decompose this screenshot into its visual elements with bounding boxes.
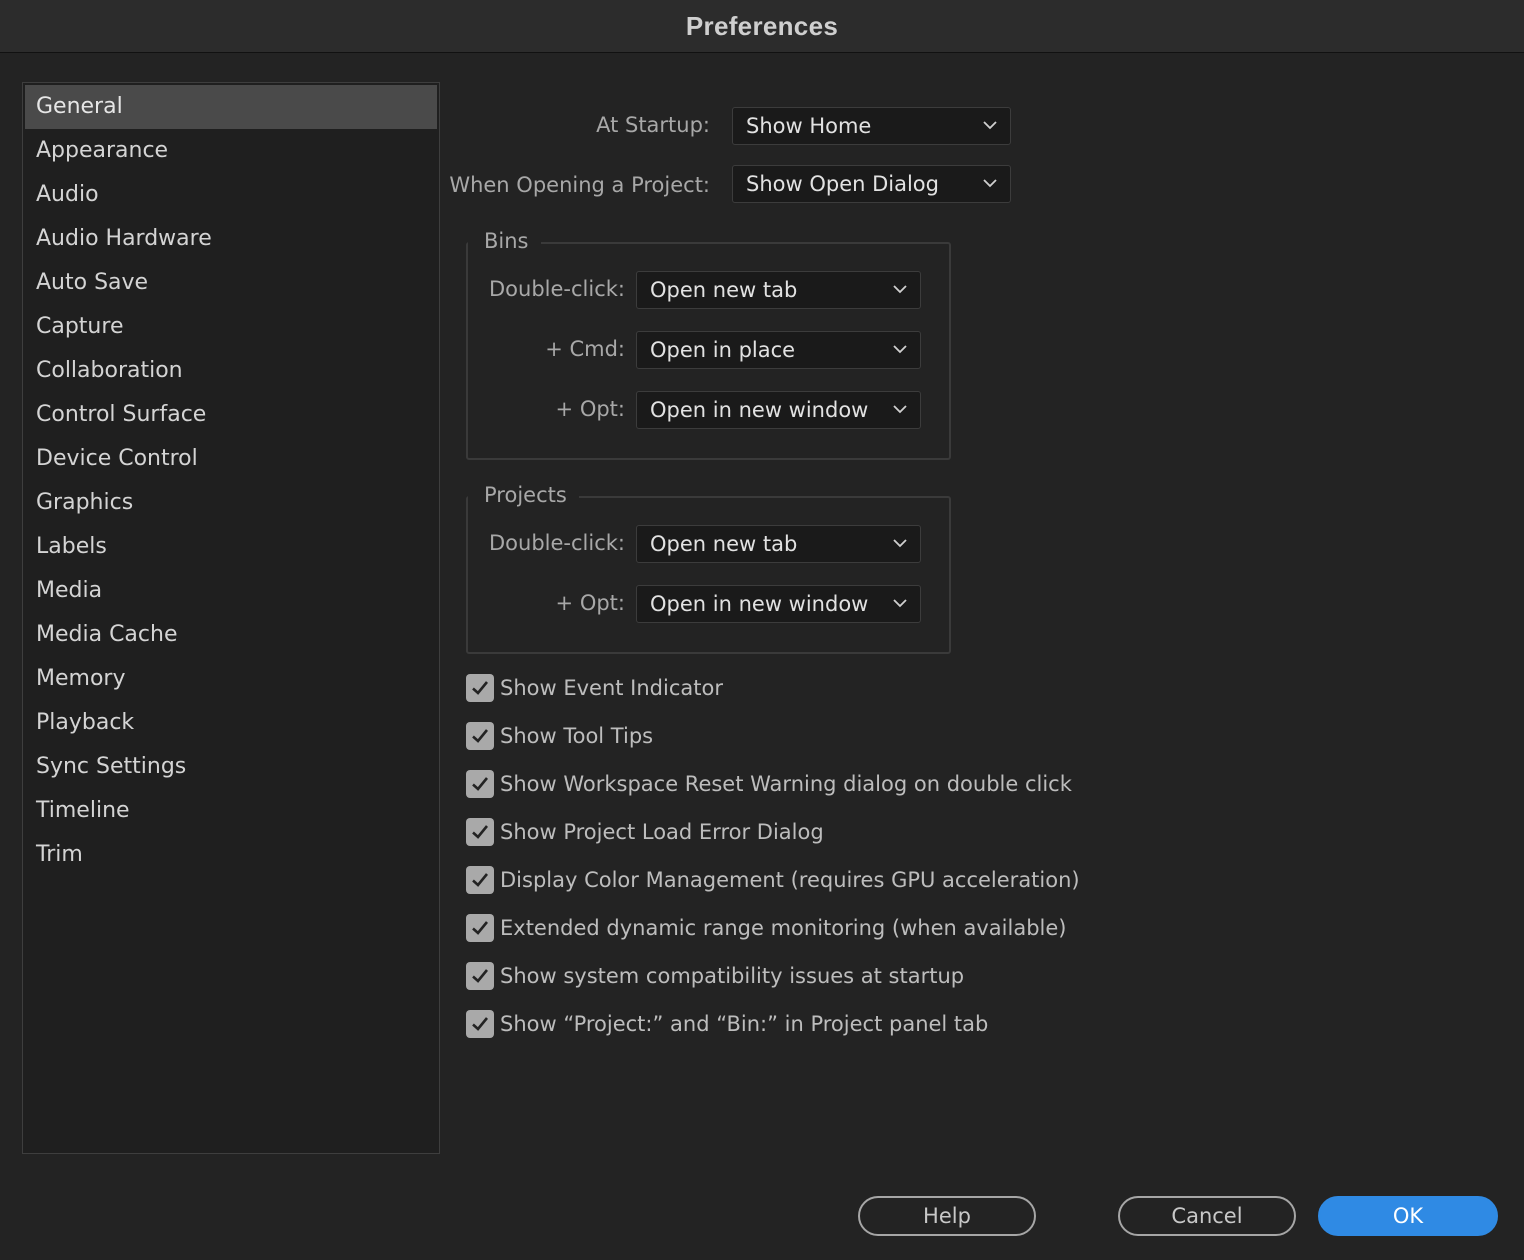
workspace-reset-warning-option: Show Workspace Reset Warning dialog on d…: [466, 769, 1072, 799]
display-color-management-checkbox[interactable]: [466, 866, 494, 894]
sidebar-item-graphics[interactable]: Graphics: [25, 481, 437, 525]
chevron-down-icon: [893, 539, 907, 548]
opening-project-dropdown[interactable]: Show Open Dialog: [732, 165, 1011, 203]
opening-project-label: When Opening a Project:: [449, 173, 710, 197]
checkmark-icon: [472, 873, 489, 887]
at-startup-value: Show Home: [746, 114, 872, 138]
bins-cmd-dropdown[interactable]: Open in place: [636, 331, 921, 369]
checkmark-icon: [472, 921, 489, 935]
sidebar-item-audio-hardware[interactable]: Audio Hardware: [25, 217, 437, 261]
project-bin-tab-option: Show “Project:” and “Bin:” in Project pa…: [466, 1009, 988, 1039]
help-button[interactable]: Help: [858, 1196, 1036, 1236]
projects-group: [466, 496, 951, 654]
sidebar-item-collaboration[interactable]: Collaboration: [25, 349, 437, 393]
workspace-reset-warning-checkbox[interactable]: [466, 770, 494, 798]
bins-cmd-label: + Cmd:: [545, 337, 625, 361]
opening-project-value: Show Open Dialog: [746, 172, 939, 196]
sidebar-item-appearance[interactable]: Appearance: [25, 129, 437, 173]
sidebar-item-auto-save[interactable]: Auto Save: [25, 261, 437, 305]
display-color-management-option: Display Color Management (requires GPU a…: [466, 865, 1080, 895]
bins-opt-label: + Opt:: [555, 397, 625, 421]
sidebar-item-sync-settings[interactable]: Sync Settings: [25, 745, 437, 789]
sidebar-item-playback[interactable]: Playback: [25, 701, 437, 745]
checkbox-label: Show Project Load Error Dialog: [500, 820, 824, 844]
sidebar-item-trim[interactable]: Trim: [25, 833, 437, 877]
ok-button[interactable]: OK: [1318, 1196, 1498, 1236]
checkmark-icon: [472, 777, 489, 791]
projects-double-click-dropdown[interactable]: Open new tab: [636, 525, 921, 563]
sidebar-item-media[interactable]: Media: [25, 569, 437, 613]
checkmark-icon: [472, 969, 489, 983]
bins-opt-dropdown[interactable]: Open in new window: [636, 391, 921, 429]
projects-double-click-value: Open new tab: [650, 532, 798, 556]
extended-dynamic-range-option: Extended dynamic range monitoring (when …: [466, 913, 1066, 943]
bins-cmd-value: Open in place: [650, 338, 796, 362]
project-bin-tab-checkbox[interactable]: [466, 1010, 494, 1038]
checkmark-icon: [472, 729, 489, 743]
extended-dynamic-range-checkbox[interactable]: [466, 914, 494, 942]
bins-opt-value: Open in new window: [650, 398, 869, 422]
chevron-down-icon: [983, 179, 997, 188]
bins-double-click-dropdown[interactable]: Open new tab: [636, 271, 921, 309]
bins-group-title: Bins: [468, 229, 541, 253]
sidebar-item-control-surface[interactable]: Control Surface: [25, 393, 437, 437]
checkbox-label: Extended dynamic range monitoring (when …: [500, 916, 1067, 940]
project-load-error-option: Show Project Load Error Dialog: [466, 817, 824, 847]
chevron-down-icon: [983, 121, 997, 130]
projects-opt-value: Open in new window: [650, 592, 869, 616]
checkmark-icon: [472, 1017, 489, 1031]
project-load-error-checkbox[interactable]: [466, 818, 494, 846]
chevron-down-icon: [893, 285, 907, 294]
sidebar-item-media-cache[interactable]: Media Cache: [25, 613, 437, 657]
at-startup-label: At Startup:: [596, 113, 710, 137]
chevron-down-icon: [893, 405, 907, 414]
show-event-indicator-option: Show Event Indicator: [466, 673, 723, 703]
checkbox-label: Display Color Management (requires GPU a…: [500, 868, 1080, 892]
system-compatibility-option: Show system compatibility issues at star…: [466, 961, 964, 991]
bins-double-click-label: Double-click:: [489, 277, 625, 301]
sidebar-item-device-control[interactable]: Device Control: [25, 437, 437, 481]
category-list: General Appearance Audio Audio Hardware …: [22, 82, 440, 1154]
window-title: Preferences: [685, 10, 839, 41]
checkmark-icon: [472, 825, 489, 839]
projects-group-title: Projects: [468, 483, 579, 507]
show-event-indicator-checkbox[interactable]: [466, 674, 494, 702]
bins-double-click-value: Open new tab: [650, 278, 798, 302]
checkmark-icon: [472, 681, 489, 695]
sidebar-item-audio[interactable]: Audio: [25, 173, 437, 217]
projects-double-click-label: Double-click:: [489, 531, 625, 555]
checkbox-label: Show Tool Tips: [500, 724, 654, 748]
chevron-down-icon: [893, 345, 907, 354]
sidebar-item-capture[interactable]: Capture: [25, 305, 437, 349]
system-compatibility-checkbox[interactable]: [466, 962, 494, 990]
chevron-down-icon: [893, 599, 907, 608]
title-bar: Preferences: [0, 0, 1524, 53]
sidebar-item-timeline[interactable]: Timeline: [25, 789, 437, 833]
sidebar-item-labels[interactable]: Labels: [25, 525, 437, 569]
sidebar-item-memory[interactable]: Memory: [25, 657, 437, 701]
checkbox-label: Show Workspace Reset Warning dialog on d…: [500, 772, 1072, 796]
cancel-button[interactable]: Cancel: [1118, 1196, 1296, 1236]
sidebar-item-general[interactable]: General: [25, 85, 437, 129]
checkbox-label: Show “Project:” and “Bin:” in Project pa…: [500, 1012, 989, 1036]
checkbox-label: Show system compatibility issues at star…: [500, 964, 965, 988]
projects-opt-dropdown[interactable]: Open in new window: [636, 585, 921, 623]
show-tool-tips-checkbox[interactable]: [466, 722, 494, 750]
checkbox-label: Show Event Indicator: [500, 676, 723, 700]
show-tool-tips-option: Show Tool Tips: [466, 721, 653, 751]
at-startup-dropdown[interactable]: Show Home: [732, 107, 1011, 145]
projects-opt-label: + Opt:: [555, 591, 625, 615]
